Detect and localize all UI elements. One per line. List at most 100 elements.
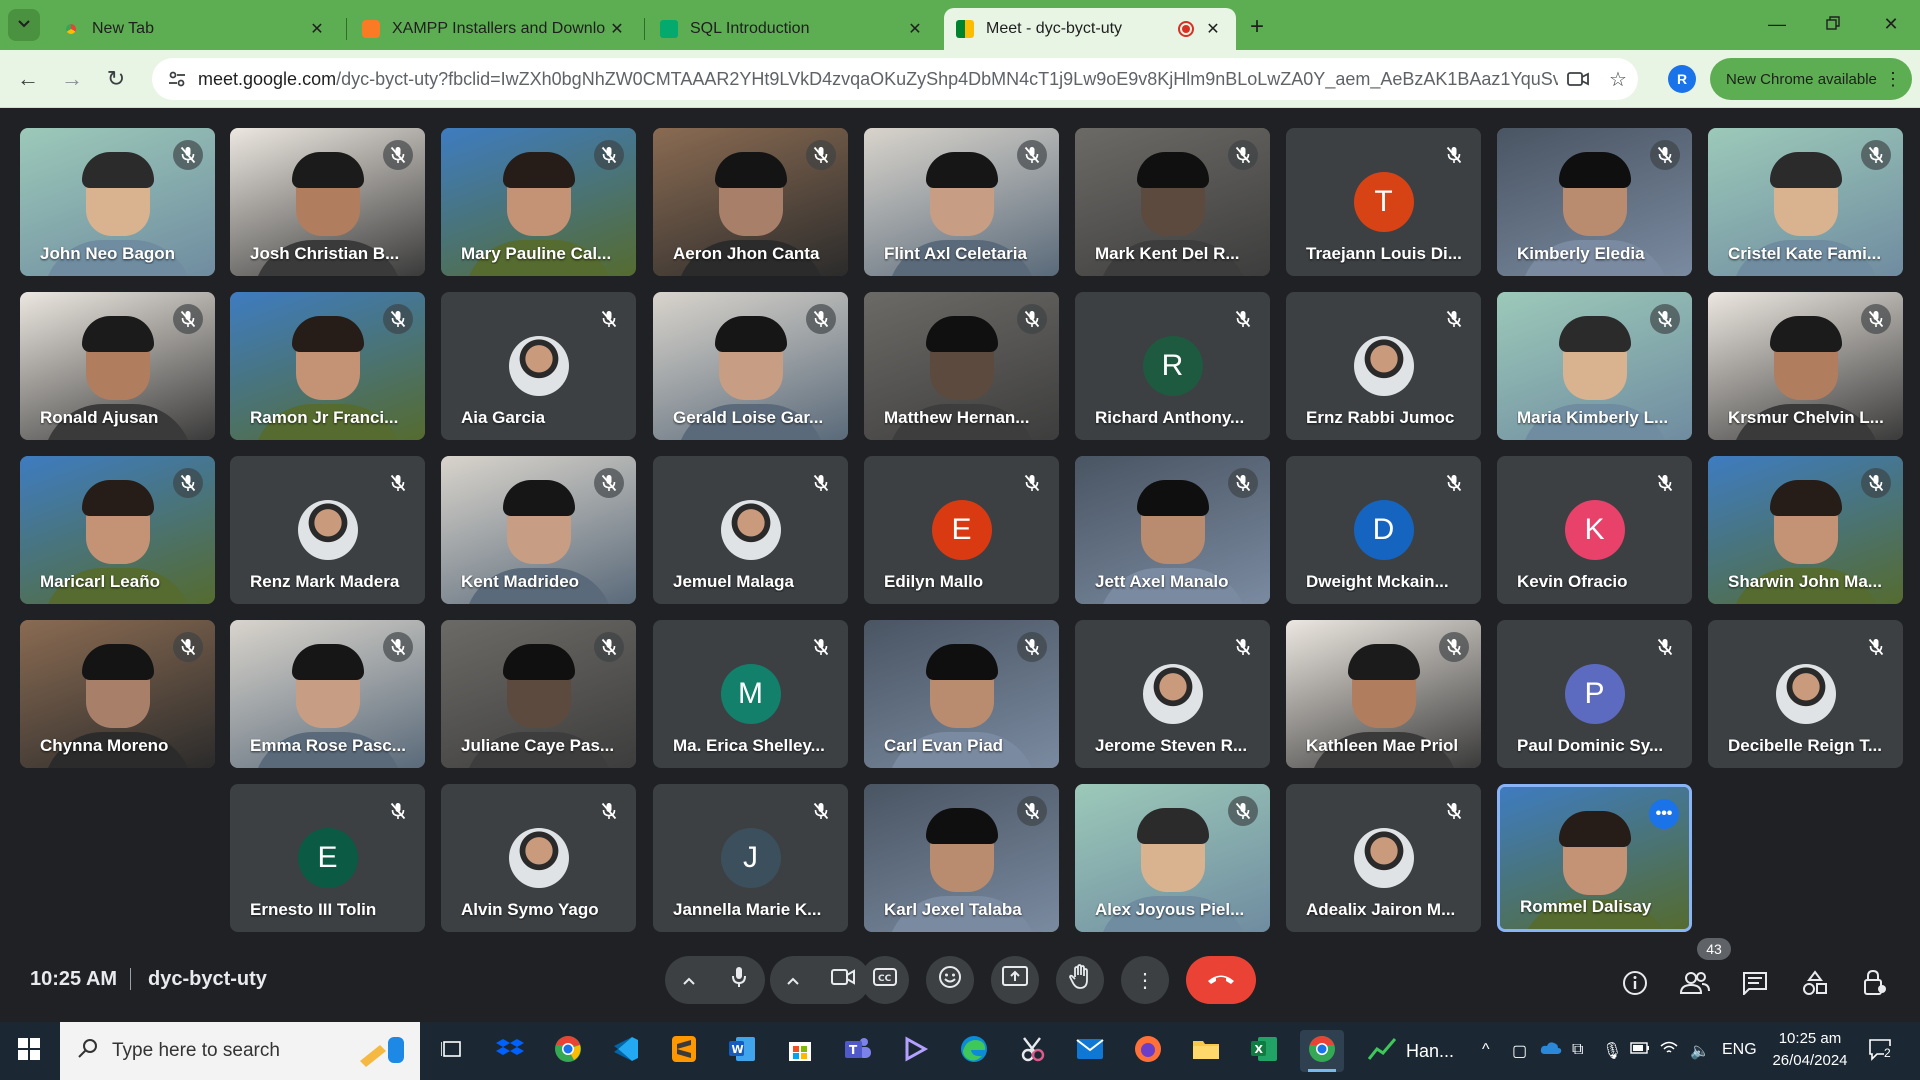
participant-tile[interactable]: Renz Mark Madera <box>230 456 425 604</box>
taskbar-excel[interactable]: X <box>1242 1030 1286 1072</box>
close-tab-icon[interactable]: ✕ <box>606 18 628 40</box>
participant-tile[interactable]: Cristel Kate Fami... <box>1708 128 1903 276</box>
taskbar-store[interactable] <box>778 1030 822 1072</box>
participant-tile[interactable]: Maria Kimberly L... <box>1497 292 1692 440</box>
participant-tile[interactable]: K Kevin Ofracio <box>1497 456 1692 604</box>
tab-sql-introduction[interactable]: SQL Introduction ✕ <box>648 8 938 50</box>
participant-tile[interactable]: Kent Madrideo <box>441 456 636 604</box>
address-bar[interactable]: meet.google.com/dyc-byct-uty?fbclid=IwZX… <box>152 58 1638 100</box>
forward-button[interactable]: → <box>56 63 88 95</box>
camera-control[interactable] <box>770 956 870 1004</box>
participant-tile[interactable]: Alvin Symo Yago <box>441 784 636 932</box>
chevron-up-icon[interactable] <box>786 969 800 992</box>
participant-tile[interactable]: Decibelle Reign T... <box>1708 620 1903 768</box>
participant-tile[interactable]: T Traejann Louis Di... <box>1286 128 1481 276</box>
system-clock[interactable]: 10:25 am 26/04/2024 <box>1760 1028 1860 1072</box>
close-tab-icon[interactable]: ✕ <box>306 18 328 40</box>
participant-tile[interactable]: Gerald Loise Gar... <box>653 292 848 440</box>
taskbar-sublime[interactable] <box>662 1030 706 1072</box>
participant-tile[interactable]: Mary Pauline Cal... <box>441 128 636 276</box>
participant-tile[interactable]: Jett Axel Manalo <box>1075 456 1270 604</box>
microphone-icon[interactable] <box>730 965 748 995</box>
taskbar-copilot[interactable] <box>894 1030 938 1072</box>
notifications-button[interactable]: 2 <box>1868 1038 1894 1067</box>
new-tab-button[interactable]: + <box>1242 12 1272 42</box>
leave-call-button[interactable] <box>1186 956 1256 1004</box>
wifi-icon[interactable] <box>1660 1041 1678 1060</box>
participant-tile[interactable]: Carl Evan Piad <box>864 620 1059 768</box>
camera-permission-icon[interactable] <box>1558 71 1598 87</box>
chat-button[interactable] <box>1738 968 1772 1002</box>
reload-button[interactable]: ↻ <box>100 63 132 95</box>
taskbar-mail[interactable] <box>1068 1030 1112 1072</box>
participant-tile[interactable]: Emma Rose Pasc... <box>230 620 425 768</box>
microphone-tray-icon[interactable]: 🎙 <box>1602 1041 1622 1061</box>
participant-tile[interactable]: J Jannella Marie K... <box>653 784 848 932</box>
close-tab-icon[interactable]: ✕ <box>1202 18 1224 40</box>
participant-tile[interactable]: John Neo Bagon <box>20 128 215 276</box>
captions-button[interactable]: CC <box>861 956 909 1004</box>
taskbar-chrome[interactable] <box>546 1030 590 1072</box>
participant-tile[interactable]: Matthew Hernan... <box>864 292 1059 440</box>
meet-tray-icon[interactable]: ▢ <box>1512 1041 1527 1061</box>
participant-tile[interactable]: Jerome Steven R... <box>1075 620 1270 768</box>
taskbar-file-explorer[interactable] <box>1184 1030 1228 1072</box>
chevron-up-icon[interactable] <box>682 969 696 992</box>
participant-tile[interactable]: R Richard Anthony... <box>1075 292 1270 440</box>
site-info-icon[interactable] <box>160 69 194 89</box>
participant-tile[interactable]: Maricarl Leaño <box>20 456 215 604</box>
participant-tile[interactable]: P Paul Dominic Sy... <box>1497 620 1692 768</box>
participant-tile[interactable]: E Ernesto III Tolin <box>230 784 425 932</box>
tab-meet[interactable]: Meet - dyc-byct-uty ✕ <box>944 8 1236 50</box>
taskbar-word[interactable]: W <box>720 1030 764 1072</box>
participant-tile[interactable]: Sharwin John Ma... <box>1708 456 1903 604</box>
participant-tile[interactable]: Jemuel Malaga <box>653 456 848 604</box>
participant-tile[interactable]: M Ma. Erica Shelley... <box>653 620 848 768</box>
participant-tile[interactable]: Ernz Rabbi Jumoc <box>1286 292 1481 440</box>
reactions-button[interactable] <box>926 956 974 1004</box>
taskbar-teams[interactable]: T <box>836 1030 880 1072</box>
participant-tile[interactable]: Karl Jexel Talaba <box>864 784 1059 932</box>
participant-tile[interactable]: Ramon Jr Franci... <box>230 292 425 440</box>
self-tile-more-options-button[interactable]: ••• <box>1649 799 1679 829</box>
participant-tile[interactable]: Josh Christian B... <box>230 128 425 276</box>
start-button[interactable] <box>0 1022 58 1080</box>
profile-avatar[interactable]: R <box>1668 65 1696 93</box>
participant-tile[interactable]: Adealix Jairon M... <box>1286 784 1481 932</box>
close-window-button[interactable]: ✕ <box>1866 8 1916 40</box>
volume-icon[interactable]: 🔈 <box>1690 1041 1710 1061</box>
participant-tile[interactable]: Kimberly Eledia <box>1497 128 1692 276</box>
show-hidden-icons-chevron-icon[interactable]: ^ <box>1482 1041 1490 1059</box>
participant-tile[interactable]: D Dweight Mckain... <box>1286 456 1481 604</box>
host-controls-button[interactable] <box>1858 968 1892 1002</box>
restore-button[interactable] <box>1808 8 1858 40</box>
bookmark-star-icon[interactable]: ☆ <box>1598 67 1638 92</box>
new-chrome-available-button[interactable]: New Chrome available ⋮ <box>1710 58 1912 100</box>
minimize-button[interactable]: — <box>1752 8 1802 40</box>
self-view-tile[interactable]: ••• Rommel Dalisay <box>1497 784 1692 932</box>
taskbar-chrome-active[interactable] <box>1300 1030 1344 1072</box>
participant-tile[interactable]: Kathleen Mae Priol <box>1286 620 1481 768</box>
tab-new-tab[interactable]: New Tab ✕ <box>50 8 340 50</box>
taskbar-firefox[interactable] <box>1126 1030 1170 1072</box>
url-text[interactable]: meet.google.com/dyc-byct-uty?fbclid=IwZX… <box>198 69 1558 90</box>
microphone-control[interactable] <box>665 956 765 1004</box>
activities-button[interactable] <box>1798 968 1832 1002</box>
meeting-details-button[interactable] <box>1618 968 1652 1002</box>
participant-tile[interactable]: Chynna Moreno <box>20 620 215 768</box>
more-options-button[interactable]: ⋮ <box>1121 956 1169 1004</box>
taskbar-vscode[interactable] <box>604 1030 648 1072</box>
task-view-button[interactable] <box>430 1030 474 1072</box>
tab-xampp[interactable]: XAMPP Installers and Downloads ✕ <box>350 8 640 50</box>
participant-tile[interactable]: Ronald Ajusan <box>20 292 215 440</box>
close-tab-icon[interactable]: ✕ <box>904 18 926 40</box>
participant-tile[interactable]: Krsmur Chelvin L... <box>1708 292 1903 440</box>
present-screen-button[interactable] <box>991 956 1039 1004</box>
participant-tile[interactable]: Aeron Jhon Canta <box>653 128 848 276</box>
battery-icon[interactable] <box>1630 1041 1650 1059</box>
people-button[interactable] <box>1678 968 1712 1002</box>
participant-tile[interactable]: Mark Kent Del R... <box>1075 128 1270 276</box>
onedrive-icon[interactable] <box>1540 1041 1562 1060</box>
language-indicator[interactable]: ENG <box>1722 1041 1757 1059</box>
tab-search-button[interactable] <box>8 9 40 41</box>
